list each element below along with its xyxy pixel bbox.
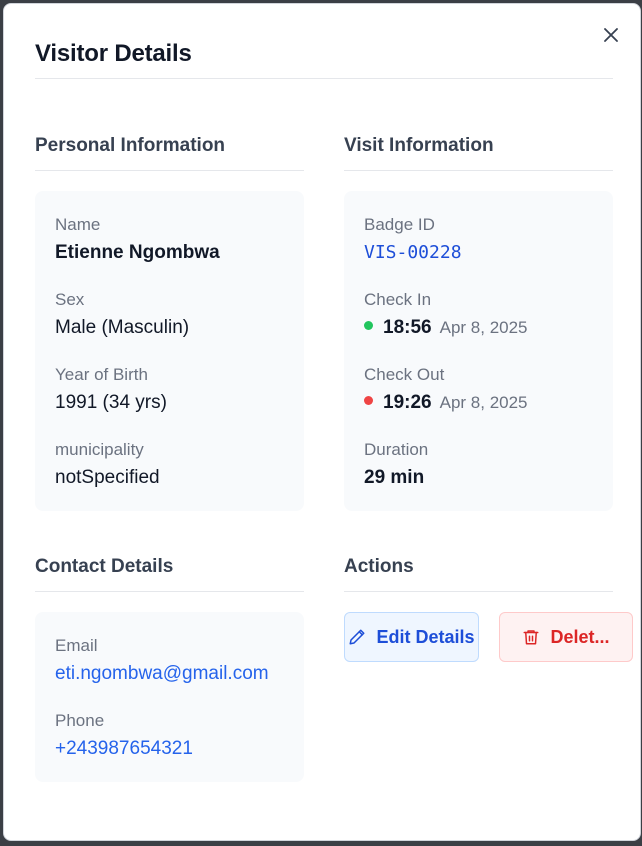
personal-info-divider xyxy=(35,170,304,171)
trash-icon xyxy=(523,630,539,645)
birth-field: Year of Birth 1991 (34 yrs) xyxy=(55,365,167,415)
personal-info-card: Name Etienne Ngombwa Sex Male (Masculin)… xyxy=(35,191,304,511)
birth-label: Year of Birth xyxy=(55,365,148,384)
visit-info-heading: Visit Information xyxy=(344,135,494,156)
sex-field: Sex Male (Masculin) xyxy=(55,290,189,340)
sex-value: Male (Masculin) xyxy=(55,317,190,338)
phone-link[interactable]: +243987654321 xyxy=(55,737,193,761)
duration-label: Duration xyxy=(364,440,429,459)
visit-info-card: Badge ID VIS-00228 Check In 18:56 Apr 8, … xyxy=(344,191,613,511)
checkout-value: 19:26 Apr 8, 2025 xyxy=(364,391,528,415)
checkout-time: 19:26 xyxy=(383,392,432,413)
modal-title: Visitor Details xyxy=(35,40,192,67)
checkin-date: Apr 8, 2025 xyxy=(439,318,528,337)
name-field: Name Etienne Ngombwa xyxy=(55,215,220,265)
checkout-label: Check Out xyxy=(364,365,445,384)
email-label: Email xyxy=(55,636,98,655)
title-divider xyxy=(35,78,613,79)
close-icon xyxy=(604,28,618,42)
checkout-date: Apr 8, 2025 xyxy=(439,393,528,412)
checkin-value: 18:56 Apr 8, 2025 xyxy=(364,316,528,340)
municipality-field: municipality notSpecified xyxy=(55,440,160,490)
badge-value: VIS-00228 xyxy=(364,242,462,263)
duration-value: 29 min xyxy=(364,467,425,488)
delete-button[interactable]: Delet... xyxy=(499,612,633,662)
phone-field: Phone +243987654321 xyxy=(55,711,193,761)
sex-label: Sex xyxy=(55,290,85,309)
name-label: Name xyxy=(55,215,101,234)
municipality-label: municipality xyxy=(55,440,144,459)
checkout-field: Check Out 19:26 Apr 8, 2025 xyxy=(364,365,528,415)
badge-field: Badge ID VIS-00228 xyxy=(364,215,462,265)
checkout-status-dot xyxy=(364,396,373,406)
birth-value: 1991 (34 yrs) xyxy=(55,392,167,413)
visit-info-divider xyxy=(344,170,613,171)
name-value: Etienne Ngombwa xyxy=(55,242,220,263)
actions-divider xyxy=(344,591,613,592)
duration-field: Duration 29 min xyxy=(364,440,428,490)
checkin-time: 18:56 xyxy=(383,317,432,338)
personal-info-heading: Personal Information xyxy=(35,135,226,156)
actions-heading: Actions xyxy=(344,556,414,577)
badge-label: Badge ID xyxy=(364,215,435,234)
checkin-label: Check In xyxy=(364,290,432,309)
email-field: Email eti.ngombwa@gmail.com xyxy=(55,636,269,686)
close-button[interactable] xyxy=(600,24,622,46)
phone-label: Phone xyxy=(55,711,105,730)
edit-details-label: Edit Details xyxy=(376,626,475,647)
email-link[interactable]: eti.ngombwa@gmail.com xyxy=(55,662,269,686)
contact-details-divider xyxy=(35,591,304,592)
contact-details-heading: Contact Details xyxy=(35,556,174,577)
checkin-status-dot xyxy=(364,321,373,331)
delete-label: Delet... xyxy=(550,626,610,647)
municipality-value: notSpecified xyxy=(55,467,160,488)
pencil-icon xyxy=(349,629,365,645)
visitor-details-modal: Visitor Details Personal Information Nam… xyxy=(3,3,641,841)
contact-details-card: Email eti.ngombwa@gmail.com Phone +24398… xyxy=(35,612,304,782)
checkin-field: Check In 18:56 Apr 8, 2025 xyxy=(364,290,528,340)
edit-details-button[interactable]: Edit Details xyxy=(344,612,479,662)
